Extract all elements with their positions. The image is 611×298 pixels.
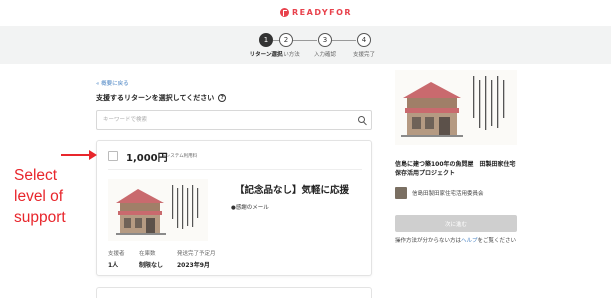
readyfor-logo-icon [280, 8, 289, 17]
reward-search-input[interactable] [97, 111, 347, 129]
card-divider [108, 169, 362, 170]
section-title-text: 支援するリターンを選択してください [96, 94, 215, 102]
project-title[interactable]: 信島に建つ築100年の魚問屋 田製田家住宅保存活用プロジェクト [395, 160, 517, 178]
reward-title: 【記念品なし】気軽に応援 [235, 185, 350, 196]
step-label: 支援完了 [352, 52, 375, 58]
meta-value: 制限なし [139, 262, 164, 269]
help-suffix: をご覧ください [477, 238, 517, 244]
readyfor-logo[interactable]: READYFOR [280, 8, 352, 17]
reward-search-box [96, 110, 372, 130]
step-complete: 4 支援完了 [334, 33, 394, 58]
annotation-arrow-icon [61, 150, 97, 160]
question-help-icon[interactable]: ? [218, 94, 227, 102]
logo-text: READYFOR [292, 8, 353, 17]
project-illustration-image [395, 70, 517, 145]
organizer-name: 信島田製田家住宅活用委員会 [412, 191, 484, 197]
meta-label: 在庫数 [139, 251, 156, 257]
meta-value: 2023年9月 [177, 262, 210, 269]
meta-label: 支援者 [108, 251, 125, 257]
top-header: READYFOR [0, 0, 611, 26]
reward-select-checkbox[interactable] [108, 151, 118, 161]
next-reward-card[interactable] [96, 287, 372, 298]
next-button[interactable]: 次に進む [395, 215, 517, 232]
organizer-row[interactable]: 信島田製田家住宅活用委員会 [395, 187, 517, 199]
annotation-line: Select [14, 167, 58, 184]
help-prefix: 操作方法が分からない方は [395, 238, 462, 244]
progress-steps: 1 リターン選択 2 支払い方法 3 入力確認 4 支援完了 [0, 26, 611, 64]
meta-label: 発送完了予定月 [177, 251, 216, 257]
reward-illustration-image [108, 179, 208, 241]
search-icon[interactable] [358, 116, 365, 123]
help-link[interactable]: ヘルプ [461, 238, 478, 244]
step-number: 4 [357, 33, 371, 47]
shipping-month: 発送完了予定月 2023年9月 [177, 249, 216, 269]
project-summary-panel: 信島に建つ築100年の魚問屋 田製田家住宅保存活用プロジェクト 信島田製田家住宅… [395, 70, 517, 244]
system-fee-note: +システム利用料 [162, 154, 198, 159]
meta-value: 1人 [108, 262, 119, 269]
stock-count: 在庫数 制限なし [139, 249, 163, 269]
annotation-label: Select level of support [14, 165, 94, 228]
section-title: 支援するリターンを選択してください ? [96, 93, 227, 103]
annotation-line: level of [14, 188, 64, 205]
reward-card[interactable]: 1,000円 +システム利用料 【記念品なし】気軽に応援 ●感謝のメール 支援者… [96, 140, 372, 276]
step-number: 3 [318, 33, 332, 47]
back-to-overview-link[interactable]: « 概要に戻る [96, 79, 129, 87]
help-text: 操作方法が分からない方はヘルプをご覧ください [395, 236, 517, 244]
annotation-line: support [14, 209, 66, 226]
organizer-avatar [395, 187, 407, 199]
supporters-count: 支援者 1人 [108, 249, 125, 269]
step-number: 2 [279, 33, 293, 47]
reward-item: ●感謝のメール [231, 205, 269, 211]
